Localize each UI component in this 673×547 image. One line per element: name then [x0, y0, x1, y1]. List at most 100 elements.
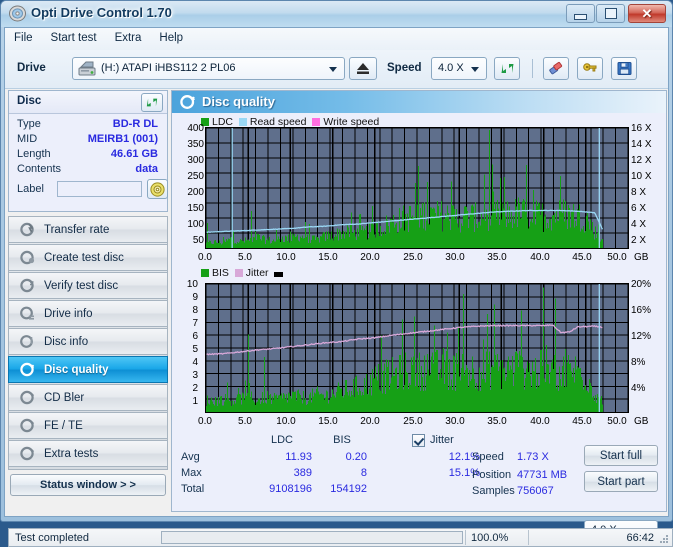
chart2-ytick-10: 10 — [186, 279, 198, 290]
sidebar-item-extra-tests[interactable]: Extra tests — [8, 440, 168, 467]
chart1-xunit: GB — [634, 252, 649, 263]
chart2-xtick-20: 20.0 — [360, 416, 380, 427]
eraser-icon — [549, 61, 563, 75]
disc-row-type: Type BD-R DL — [17, 118, 161, 133]
chart2-ytick-4: 4 — [192, 357, 198, 368]
stats-position-label: Position — [472, 469, 512, 481]
refresh-button[interactable] — [494, 57, 520, 80]
chart2-xtick-0: 0.0 — [198, 416, 212, 427]
chart2-ytick-1: 1 — [192, 396, 198, 407]
minimize-button[interactable] — [566, 4, 595, 23]
disc-key-length: Length — [17, 148, 51, 160]
stats-header-ldc: LDC — [270, 434, 293, 446]
chart1-xtick-10: 10.0 — [276, 252, 296, 263]
chart1-y2tick-2x: 2 X — [631, 235, 647, 246]
sidebar-item-fe-te[interactable]: FE / TE — [8, 412, 168, 439]
chart2-y2tick-4: 4% — [631, 383, 646, 394]
chart1-y2tick-12x: 12 X — [631, 155, 652, 166]
chart2-ytick-3: 3 — [192, 370, 198, 381]
stats-max-jitter: 15.1% — [448, 467, 480, 479]
chart-ldc-readspeed[interactable] — [205, 127, 629, 249]
menu-help[interactable]: Help — [150, 28, 192, 48]
erase-button[interactable] — [543, 57, 569, 80]
stats-avg-ldc: 11.93 — [285, 451, 312, 463]
key-icon — [583, 63, 597, 72]
sidebar-item-verify-test-disc[interactable]: Verify test disc — [8, 272, 168, 299]
status-separator — [528, 530, 529, 545]
maximize-button[interactable] — [596, 4, 625, 23]
menu-extra[interactable]: Extra — [106, 28, 151, 48]
disc-refresh-button[interactable] — [141, 93, 163, 112]
menu-start-test[interactable]: Start test — [42, 28, 106, 48]
stats-avg-bis: 0.20 — [345, 451, 367, 463]
menu-file[interactable]: File — [5, 28, 42, 48]
disc-row-contents: Contents data — [17, 163, 161, 178]
extra-tests-icon — [16, 446, 38, 461]
chart2-ytick-8: 8 — [192, 305, 198, 316]
sidebar-item-cd-bler[interactable]: CD Bler — [8, 384, 168, 411]
disc-row-label: Label — [17, 179, 168, 201]
maximize-icon — [604, 8, 617, 19]
chart1-xtick-45: 45.0 — [572, 252, 592, 263]
sidebar-label: Transfer rate — [44, 223, 110, 236]
eject-button[interactable] — [349, 57, 377, 80]
speed-label: Speed — [387, 62, 422, 74]
stats-max-ldc: 389 — [293, 467, 312, 479]
save-button[interactable] — [611, 57, 637, 80]
menu-bar: File Start test Extra Help — [5, 28, 668, 51]
drive-info-icon — [16, 306, 38, 321]
start-part-label: Start part — [597, 475, 645, 488]
status-window-label: Status window > > — [40, 479, 136, 491]
gold-button[interactable] — [577, 57, 603, 80]
verify-test-disc-icon — [16, 278, 38, 293]
window-title: Opti Drive Control 1.70 — [31, 5, 172, 20]
chart2-y2tick-20: 20% — [631, 279, 652, 290]
stats-samples-label: Samples — [472, 485, 515, 497]
chevron-down-icon[interactable] — [471, 67, 479, 72]
jitter-checkbox[interactable] — [412, 434, 425, 447]
start-part-button[interactable]: Start part — [584, 471, 658, 492]
resize-grip-icon[interactable] — [659, 534, 669, 544]
chart-bis-jitter[interactable] — [205, 283, 629, 413]
legend-swatch-write-speed — [312, 118, 321, 126]
progress-bar — [161, 531, 463, 544]
chart2-y2tick-12: 12% — [631, 331, 652, 342]
disc-value-length: 46.61 GB — [110, 148, 158, 160]
main-panel: Disc quality LDC Read speed Write speed … — [171, 90, 667, 541]
toolbar: Drive (H:) ATAPI iHBS112 2 PL06 Speed 4.… — [5, 50, 668, 89]
drive-select[interactable]: (H:) ATAPI iHBS112 2 PL06 — [72, 57, 345, 80]
sidebar-item-transfer-rate[interactable]: Transfer rate — [8, 216, 168, 243]
chart2-xtick-25: 25.0 — [403, 416, 423, 427]
chart2-y2tick-16: 16% — [631, 305, 652, 316]
label-input[interactable] — [57, 181, 142, 197]
sidebar-label: FE / TE — [44, 419, 83, 432]
stats-max-bis: 8 — [360, 467, 367, 479]
chart2-ytick-5: 5 — [192, 344, 198, 355]
sidebar-item-disc-info[interactable]: Disc info — [8, 328, 168, 355]
chart1-xtick-20: 20.0 — [360, 252, 380, 263]
disc-key-contents: Contents — [17, 163, 62, 175]
chart1-y2tick-6x: 6 X — [631, 203, 647, 214]
chart2-xtick-50: 50.0 — [607, 416, 627, 427]
progress-percent: 100.0% — [471, 532, 509, 544]
chevron-down-icon[interactable] — [329, 67, 337, 72]
sidebar-item-create-test-disc[interactable]: Create test disc — [8, 244, 168, 271]
chart2-legend: BIS Jitter — [201, 267, 286, 279]
speed-select[interactable]: 4.0 X — [431, 57, 487, 80]
sidebar-label: Drive info — [44, 307, 93, 320]
read-label-button[interactable] — [147, 179, 168, 199]
cd-bler-icon — [16, 390, 38, 405]
sidebar-item-disc-quality[interactable]: Disc quality — [8, 356, 168, 383]
sidebar-item-drive-info[interactable]: Drive info — [8, 300, 168, 327]
chart1-xtick-25: 25.0 — [403, 252, 423, 263]
close-button[interactable]: ✕ — [628, 4, 666, 23]
start-full-button[interactable]: Start full — [584, 445, 658, 466]
chart1-canvas — [206, 128, 628, 248]
disc-panel-header: Disc — [9, 91, 167, 114]
sidebar-label: CD Bler — [44, 391, 85, 404]
stats-header-jitter: Jitter — [430, 434, 454, 446]
status-window-button[interactable]: Status window > > — [10, 474, 166, 496]
chart2-ytick-7: 7 — [192, 318, 198, 329]
disc-value-contents: data — [135, 163, 158, 175]
sidebar-label: Verify test disc — [44, 279, 119, 292]
